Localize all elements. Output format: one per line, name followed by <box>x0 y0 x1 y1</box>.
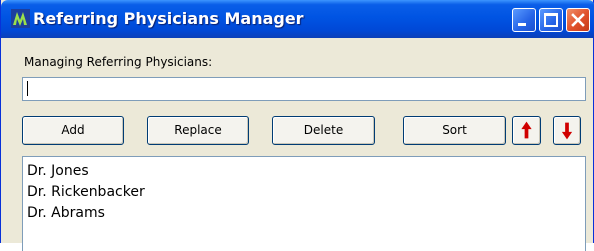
delete-button[interactable]: Delete <box>272 116 375 145</box>
list-item[interactable]: Dr. Abrams <box>27 205 105 221</box>
title-bar[interactable]: Referring Physicians Manager <box>1 0 594 38</box>
close-button[interactable] <box>566 8 590 32</box>
physicians-listbox[interactable]: Dr. Jones Dr. Rickenbacker Dr. Abrams <box>22 156 586 251</box>
referring-physicians-window: Referring Physicians Manager Managing Re… <box>0 0 594 251</box>
window-title: Referring Physicians Manager <box>33 9 304 28</box>
close-icon <box>571 13 585 27</box>
move-down-button[interactable] <box>553 116 581 145</box>
minimize-button[interactable] <box>512 8 536 32</box>
move-up-button[interactable] <box>512 116 541 145</box>
text-caret <box>27 81 28 96</box>
sort-button-label: Sort <box>442 123 467 137</box>
sort-button[interactable]: Sort <box>403 116 506 145</box>
maximize-button[interactable] <box>539 8 563 32</box>
add-button[interactable]: Add <box>22 116 124 145</box>
app-logo-icon <box>11 9 30 28</box>
maximize-icon <box>544 13 558 27</box>
list-item[interactable]: Dr. Rickenbacker <box>27 184 145 200</box>
list-item[interactable]: Dr. Jones <box>27 163 89 179</box>
delete-button-label: Delete <box>303 123 344 137</box>
physicians-field-label: Managing Referring Physicians: <box>24 55 213 69</box>
arrow-up-icon <box>521 121 532 139</box>
minimize-icon <box>518 23 526 26</box>
add-button-label: Add <box>61 123 85 137</box>
replace-button-label: Replace <box>174 123 222 137</box>
replace-button[interactable]: Replace <box>147 116 249 145</box>
arrow-down-icon <box>561 122 573 140</box>
physician-name-input[interactable] <box>22 77 586 101</box>
